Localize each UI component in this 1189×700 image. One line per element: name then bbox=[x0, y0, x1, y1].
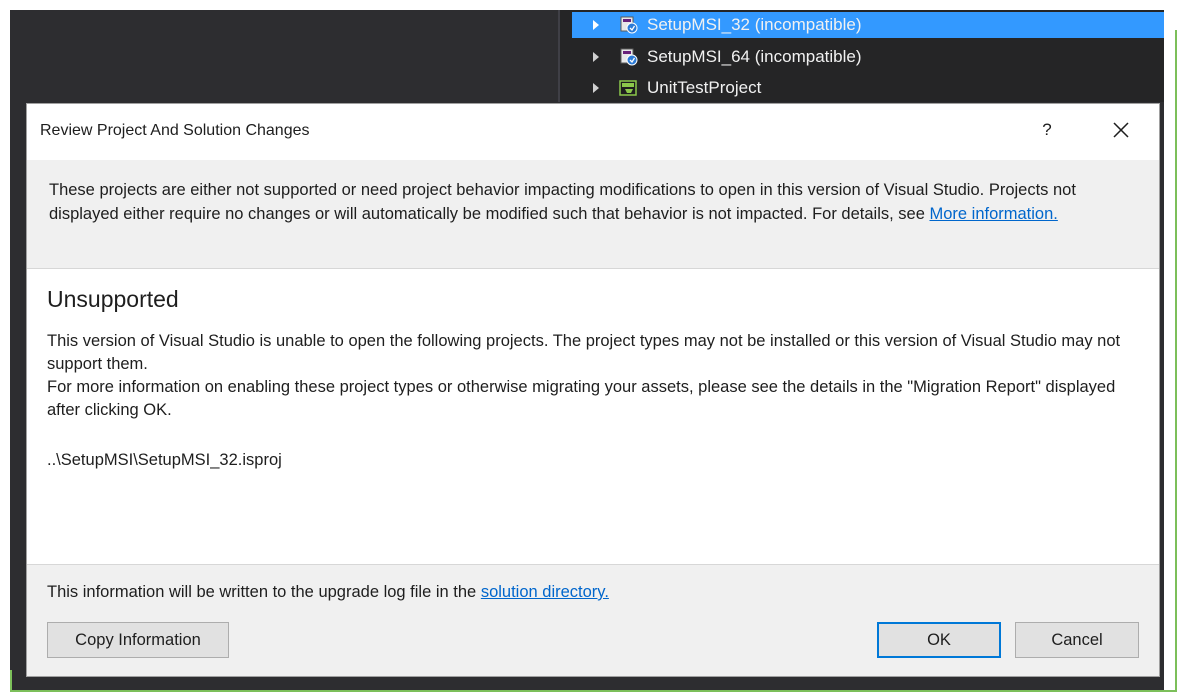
review-changes-dialog: Review Project And Solution Changes ? Th… bbox=[26, 103, 1160, 677]
tree-item-unittestproject[interactable]: UnitTestProject bbox=[572, 75, 1164, 101]
info-description: These projects are either not supported … bbox=[49, 181, 1076, 223]
info-text: These projects are either not supported … bbox=[49, 178, 1139, 226]
more-information-link[interactable]: More information. bbox=[929, 205, 1057, 223]
tree-item-setupmsi-32[interactable]: SetupMSI_32 (incompatible) bbox=[572, 12, 1164, 38]
unsupported-line-2: For more information on enabling these p… bbox=[47, 378, 1116, 419]
tree-item-label: SetupMSI_64 (incompatible) bbox=[647, 47, 862, 66]
tree-item-setupmsi-64[interactable]: SetupMSI_64 (incompatible) bbox=[572, 44, 1164, 70]
unsupported-project-path: ..\SetupMSI\SetupMSI_32.isproj bbox=[47, 451, 282, 469]
copy-information-button[interactable]: Copy Information bbox=[47, 622, 229, 658]
screen: SetupMSI_32 (incompatible) SetupMSI_64 (… bbox=[0, 0, 1189, 700]
solution-directory-link[interactable]: solution directory. bbox=[481, 583, 609, 601]
solution-explorer-divider bbox=[558, 10, 560, 102]
dialog-title: Review Project And Solution Changes bbox=[40, 122, 310, 139]
unsupported-heading: Unsupported bbox=[47, 286, 179, 312]
tree-item-label: UnitTestProject bbox=[647, 78, 762, 97]
setup-project-icon bbox=[619, 16, 639, 34]
close-button[interactable] bbox=[1107, 116, 1135, 144]
cancel-button[interactable]: Cancel bbox=[1015, 622, 1139, 658]
expand-arrow-icon[interactable] bbox=[593, 20, 599, 30]
info-banner: These projects are either not supported … bbox=[27, 160, 1159, 269]
upgrade-log-text: This information will be written to the … bbox=[47, 583, 609, 602]
dialog-titlebar[interactable]: Review Project And Solution Changes ? bbox=[27, 104, 1159, 160]
window-border bbox=[1175, 30, 1177, 692]
dialog-footer: This information will be written to the … bbox=[27, 564, 1159, 676]
footer-description: This information will be written to the … bbox=[47, 583, 481, 601]
window-border bbox=[10, 670, 12, 692]
tree-item-label: SetupMSI_32 (incompatible) bbox=[647, 15, 862, 34]
unsupported-line-1: This version of Visual Studio is unable … bbox=[47, 332, 1121, 373]
expand-arrow-icon[interactable] bbox=[593, 52, 599, 62]
test-project-icon bbox=[619, 79, 639, 97]
window-border bbox=[10, 690, 1177, 692]
close-icon bbox=[1113, 122, 1129, 138]
help-button[interactable]: ? bbox=[1035, 117, 1059, 143]
setup-project-icon bbox=[619, 48, 639, 66]
ok-button[interactable]: OK bbox=[877, 622, 1001, 658]
unsupported-description: This version of Visual Studio is unable … bbox=[47, 330, 1142, 422]
expand-arrow-icon[interactable] bbox=[593, 83, 599, 93]
